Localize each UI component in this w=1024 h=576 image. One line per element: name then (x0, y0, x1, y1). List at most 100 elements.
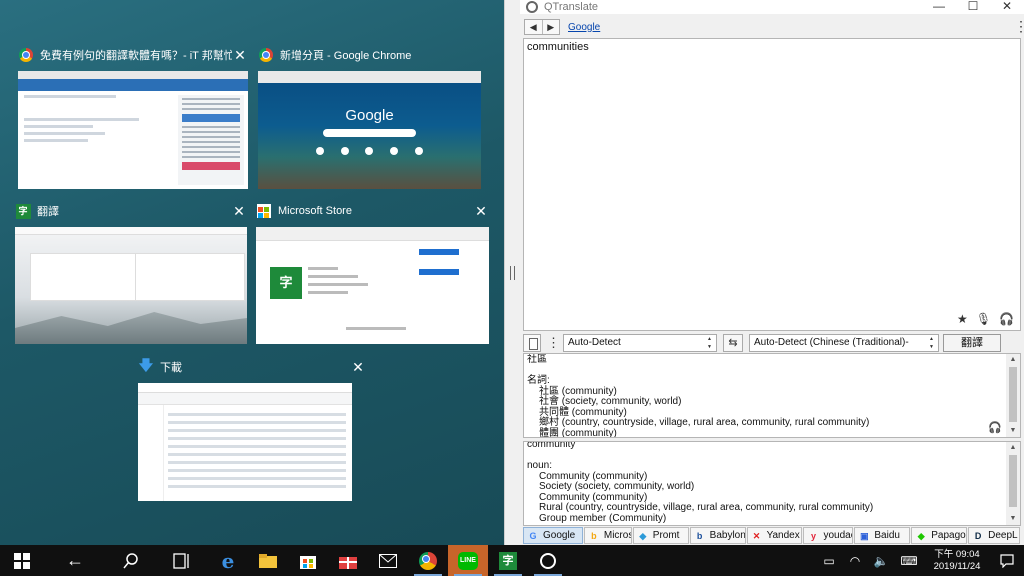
source-language-select[interactable]: Auto-Detect (563, 334, 717, 352)
clock-time: 下午 09:04 (934, 548, 980, 560)
task-window-chrome-newtab[interactable]: 新增分頁 - Google Chrome Google (258, 45, 481, 189)
service-tab-baidu[interactable]: ▣ Baidu (854, 527, 911, 544)
forward-arrow-icon[interactable]: ▶ (541, 20, 560, 34)
mail-icon (379, 553, 397, 568)
source-text: communities (527, 41, 589, 53)
close-icon[interactable]: ✕ (473, 203, 489, 219)
microphone-icon[interactable]: 🎙 (976, 312, 991, 326)
service-tab-youdao[interactable]: y youdao (803, 527, 854, 544)
headphones-icon[interactable]: 🎧 (999, 312, 1014, 326)
task-view-button[interactable] (156, 545, 208, 576)
translation-result-pane[interactable]: 社區 名詞: 社區 (community) 社會 (society, communit… (523, 353, 1021, 438)
translate-button[interactable]: 翻譯 (943, 334, 1001, 352)
menu-kebab-icon[interactable]: ⋮ (1014, 19, 1024, 33)
start-button[interactable] (0, 545, 44, 576)
maximize-button[interactable]: ☐ (956, 0, 990, 14)
result-line (527, 451, 1002, 462)
result-line: Group member (Community) (539, 512, 667, 524)
taskbar-mail[interactable] (368, 545, 408, 576)
back-arrow-icon[interactable]: ◀ (525, 20, 542, 34)
close-icon[interactable]: ✕ (350, 359, 366, 375)
service-tab-deepl[interactable]: D DeepL (968, 527, 1021, 544)
result-line: 鄉村 (country, countryside, village, rural… (539, 417, 870, 428)
minimize-button[interactable]: — (922, 0, 956, 14)
scrollbar[interactable]: ▲ ▼ (1006, 442, 1020, 525)
task-window-title: Microsoft Store (278, 205, 352, 217)
headphones-icon[interactable]: 🎧 (988, 421, 1002, 434)
scrollbar[interactable]: ▲ ▼ (1006, 354, 1020, 437)
snap-splitter[interactable] (504, 0, 520, 545)
back-translation-pane[interactable]: community noun: Community (community) Socie… (523, 441, 1021, 526)
google-logo: Google (345, 107, 394, 124)
service-tab-promt[interactable]: ◆ Promt (632, 527, 689, 544)
task-window-title: 新增分頁 - Google Chrome (280, 50, 412, 62)
back-button[interactable]: ← (44, 545, 106, 576)
task-window-translator[interactable]: 字 翻譯 ✕ (15, 201, 247, 344)
service-tab-micros[interactable]: b Micros... (583, 527, 632, 544)
download-arrow-icon: 🡇 (138, 357, 154, 373)
taskbar-microsoft-store[interactable] (288, 545, 328, 576)
scroll-up-icon[interactable]: ▲ (1006, 354, 1020, 366)
service-tab-label: Google (543, 530, 576, 541)
scroll-up-icon[interactable]: ▲ (1006, 442, 1020, 454)
service-tab-papago[interactable]: ◆ Papago (911, 527, 968, 544)
scroll-down-icon[interactable]: ▼ (1006, 513, 1020, 525)
back-translation: community noun: Community (community) Socie… (527, 441, 1002, 524)
window-thumbnail (18, 71, 248, 189)
taskbar-translator[interactable]: 字 (488, 545, 528, 576)
splitter-grip-icon[interactable] (510, 266, 515, 280)
qtranslate-logo-icon (526, 1, 538, 13)
action-center-button[interactable] (990, 545, 1024, 576)
volume-icon[interactable]: 🔈 (868, 554, 894, 568)
service-tab-label: Papago (931, 530, 966, 541)
keyboard-icon[interactable]: ⌨ (894, 554, 924, 568)
chrome-icon (18, 47, 34, 63)
service-tab-yandex[interactable]: ✕ Yandex (746, 527, 803, 544)
source-text-area[interactable]: communities ★ 🎙 🎧 (523, 38, 1021, 331)
close-icon[interactable]: ✕ (231, 203, 247, 219)
star-icon[interactable]: ★ (957, 312, 968, 326)
service-tab-google[interactable]: G Google (523, 527, 583, 544)
options-kebab-icon[interactable]: ⋮ (547, 334, 560, 352)
document-icon[interactable] (523, 334, 541, 352)
battery-icon[interactable]: ▭ (816, 554, 842, 568)
chrome-icon (419, 551, 437, 570)
navigation-bar: ◀ ▶ Google ⋮ (520, 16, 1024, 38)
close-icon[interactable]: ✕ (232, 47, 248, 63)
result-line: community (527, 441, 576, 450)
microsoft-store-icon (256, 203, 272, 219)
taskbar: ← e LINE 字 ▭ ◠ 🔈 ⌨ 下午 09:04 2019/11/24 (0, 545, 1024, 576)
taskbar-qtranslate[interactable] (528, 545, 568, 576)
scroll-down-icon[interactable]: ▼ (1006, 425, 1020, 437)
google-icon: G (529, 530, 537, 541)
task-window-header: 免費有例句的翻譯軟體有嗎？- iT 邦幫忙::一... ✕ (18, 45, 248, 65)
task-window-title: 下載 (160, 362, 182, 374)
task-window-downloads[interactable]: 🡇 下載 ✕ (138, 357, 366, 501)
search-button[interactable] (106, 545, 156, 576)
service-link[interactable]: Google (568, 22, 600, 33)
clock[interactable]: 下午 09:04 2019/11/24 (924, 549, 990, 573)
taskbar-chrome[interactable] (408, 545, 448, 576)
direction-select[interactable]: Auto-Detect (Chinese (Traditional)-Engli… (749, 334, 939, 364)
task-window-microsoft-store[interactable]: Microsoft Store ✕ 字 (256, 201, 489, 344)
qtranslate-icon (540, 552, 556, 569)
store-bag-icon (300, 555, 316, 569)
taskbar-file-explorer[interactable] (248, 545, 288, 576)
taskbar-line[interactable]: LINE (448, 545, 488, 576)
result-line: noun: (527, 460, 553, 471)
window-title: QTranslate (544, 1, 599, 13)
promt-icon: ◆ (639, 530, 647, 541)
close-button[interactable]: ✕ (990, 0, 1024, 14)
babylon-icon: b (696, 530, 703, 541)
task-window-ithome[interactable]: 免費有例句的翻譯軟體有嗎？- iT 邦幫忙::一... ✕ (18, 45, 248, 189)
source-language-value: Auto-Detect (568, 337, 621, 348)
service-tab-babylon[interactable]: b Babylon (689, 527, 746, 544)
notification-icon (1000, 553, 1014, 568)
taskbar-edge[interactable]: e (208, 545, 248, 576)
translator-icon: 字 (499, 551, 517, 570)
baidu-icon: ▣ (860, 530, 869, 541)
taskbar-gift-app[interactable] (328, 545, 368, 576)
wifi-icon[interactable]: ◠ (842, 554, 868, 568)
service-tab-label: Babylon (709, 530, 746, 541)
swap-languages-icon[interactable]: ⇆ (723, 334, 743, 352)
